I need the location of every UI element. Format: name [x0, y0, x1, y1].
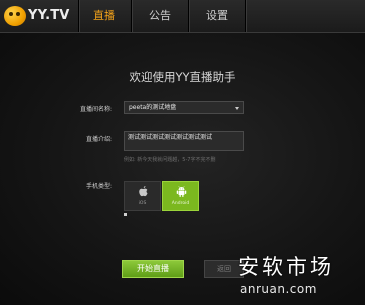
nav-divider [188, 0, 189, 32]
os-label-android: Android [171, 201, 190, 206]
yy-logo-icon [4, 6, 26, 26]
watermark-en: anruan.com [240, 282, 317, 296]
logo-text: YY.TV [28, 8, 70, 23]
welcome-title: 欢迎使用YY直播助手 [129, 70, 236, 84]
intro-hint: 例如: 新今天我就问题越，5-7字不完不删 [124, 157, 216, 163]
watermark-cn: 安软市场 [238, 255, 334, 279]
yy-logo: YY.TV [4, 6, 70, 26]
intro-label: 直播介绍: [85, 136, 112, 143]
android-icon [176, 186, 187, 197]
room-name-value: peeta的测试地盘 [129, 104, 177, 111]
tab-settings[interactable]: 设置 [191, 0, 243, 32]
room-name-label: 直播间名称: [79, 106, 112, 113]
room-name-select[interactable]: peeta的测试地盘 [124, 101, 244, 114]
nav-divider [245, 0, 246, 32]
os-label-ios: iOS [138, 201, 147, 206]
chevron-down-icon [235, 107, 239, 110]
tab-live[interactable]: 直播 [78, 0, 130, 32]
selection-marker [124, 213, 127, 216]
os-option-ios[interactable]: iOS [124, 181, 161, 211]
apple-icon [139, 186, 148, 197]
phone-type-label: 手机类型: [85, 183, 112, 190]
tab-announcement[interactable]: 公告 [134, 0, 186, 32]
nav-divider [131, 0, 132, 32]
top-nav-bar: YY.TV 直播 公告 设置 [0, 0, 365, 33]
intro-input[interactable]: 测试测试测试测试测试测试测试 [124, 131, 244, 151]
os-option-android[interactable]: Android [162, 181, 199, 211]
start-live-button[interactable]: 开始直播 [122, 260, 184, 278]
